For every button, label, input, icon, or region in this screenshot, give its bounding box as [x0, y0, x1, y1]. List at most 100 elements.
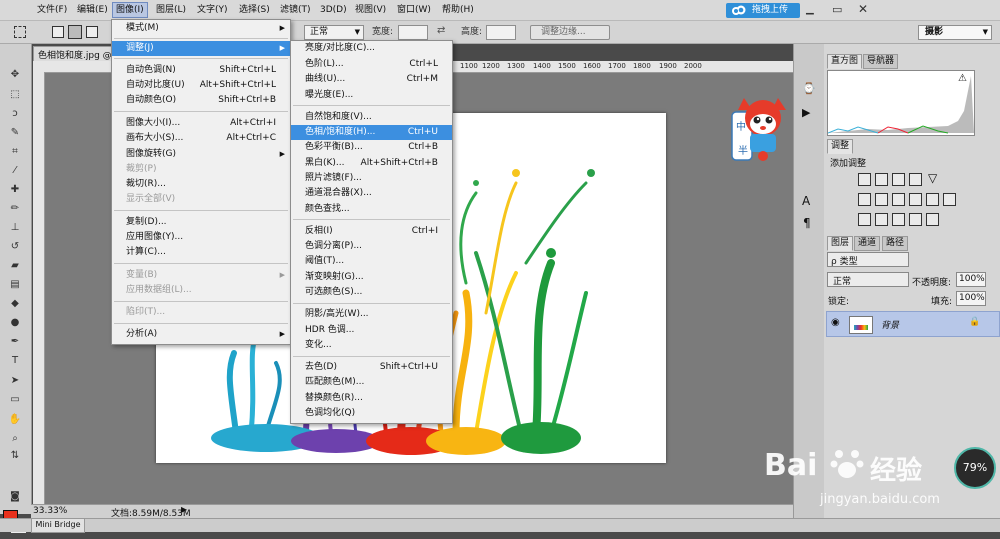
tab-navigator[interactable]: 导航器	[863, 54, 899, 69]
eyedropper-tool-icon[interactable]: ⁄	[6, 164, 24, 178]
threshold-icon[interactable]	[892, 213, 905, 226]
subtract-selection-icon[interactable]	[86, 26, 98, 38]
upload-button[interactable]: 拖拽上传	[726, 3, 800, 18]
layer-filter-select[interactable]: ρ 类型	[827, 252, 909, 267]
menu-item-apply-data-set[interactable]: 应用数据组(L)...	[112, 283, 290, 298]
menu-item-hue-saturation[interactable]: 色相/饱和度(H)... Ctrl+U	[291, 125, 452, 140]
menu-select[interactable]: 选择(S)	[236, 3, 273, 17]
tab-adjustments[interactable]: 调整	[827, 139, 854, 154]
menu-item-replace-color[interactable]: 替换颜色(R)...	[291, 391, 452, 406]
menu-item-canvas-size[interactable]: 画布大小(S)... Alt+Ctrl+C	[112, 131, 290, 146]
menu-item-selective-color[interactable]: 可选颜色(S)...	[291, 285, 452, 300]
menu-item-color-lookup[interactable]: 颜色查找...	[291, 202, 452, 217]
menu-item-photo-filter[interactable]: 照片滤镜(F)...	[291, 171, 452, 186]
menu-item-color-balance[interactable]: 色彩平衡(B)... Ctrl+B	[291, 140, 452, 155]
height-input[interactable]	[486, 25, 516, 40]
menu-item-hdr-toning[interactable]: HDR 色调...	[291, 323, 452, 338]
width-input[interactable]	[398, 25, 428, 40]
menu-item-calculations[interactable]: 计算(C)...	[112, 245, 290, 260]
menu-item-auto-tone[interactable]: 自动色调(N) Shift+Ctrl+L	[112, 63, 290, 78]
paragraph-panel-icon[interactable]: ¶	[803, 216, 811, 230]
menu-layer[interactable]: 图层(L)	[153, 3, 189, 17]
posterize-icon[interactable]	[875, 213, 888, 226]
visibility-eye-icon[interactable]: ◉	[831, 317, 840, 328]
refine-edge-button[interactable]: 调整边缘...	[530, 25, 610, 40]
menu-item-variations[interactable]: 变化...	[291, 338, 452, 353]
vibrance-icon[interactable]: ▽	[928, 171, 937, 185]
clone-stamp-tool-icon[interactable]: ⊥	[6, 221, 24, 235]
photo-filter-icon[interactable]	[909, 193, 922, 206]
channel-mixer-icon[interactable]	[926, 193, 939, 206]
menu-3d[interactable]: 3D(D)	[317, 3, 350, 17]
menu-item-crop[interactable]: 裁剪(P)	[112, 162, 290, 177]
progress-badge[interactable]: 79%	[954, 447, 996, 489]
menu-item-variables[interactable]: 变量(B) ▶	[112, 268, 290, 283]
selective-color-icon[interactable]	[926, 213, 939, 226]
exposure-icon[interactable]	[909, 173, 922, 186]
layer-name[interactable]: 背景	[881, 318, 899, 331]
quick-select-tool-icon[interactable]: ✎	[6, 126, 24, 140]
levels-icon[interactable]	[875, 173, 888, 186]
menu-item-auto-color[interactable]: 自动颜色(O) Shift+Ctrl+B	[112, 93, 290, 108]
menu-item-levels[interactable]: 色阶(L)... Ctrl+L	[291, 57, 452, 72]
healing-brush-tool-icon[interactable]: ✚	[6, 183, 24, 197]
brightness-icon[interactable]	[858, 173, 871, 186]
gradient-tool-icon[interactable]: ▤	[6, 278, 24, 292]
menu-item-shadows-highlights[interactable]: 阴影/高光(W)...	[291, 307, 452, 322]
character-panel-icon[interactable]: A	[802, 194, 810, 208]
add-selection-icon[interactable]	[68, 25, 82, 39]
quick-mask-icon[interactable]: ◙	[6, 490, 24, 504]
layer-row-background[interactable]: ◉ 背景 🔒	[826, 311, 1000, 337]
tab-paths[interactable]: 路径	[882, 236, 909, 251]
invert-icon[interactable]	[858, 213, 871, 226]
lasso-tool-icon[interactable]: ↄ	[6, 107, 24, 121]
black-white-icon[interactable]	[892, 193, 905, 206]
gradient-map-icon[interactable]	[909, 213, 922, 226]
style-select[interactable]: 正常 ▼	[304, 25, 364, 40]
zoom-level[interactable]: 33.33%	[33, 506, 67, 516]
actions-panel-icon[interactable]: ▶	[802, 106, 810, 119]
menu-item-curves[interactable]: 曲线(U)... Ctrl+M	[291, 72, 452, 87]
tab-layers[interactable]: 图层	[827, 236, 854, 251]
opacity-input[interactable]: 100%	[956, 272, 986, 287]
curves-icon[interactable]	[892, 173, 905, 186]
dodge-tool-icon[interactable]: ●	[6, 316, 24, 330]
blend-mode-select[interactable]: 正常	[827, 272, 909, 287]
menu-image[interactable]: 图像(I)	[112, 2, 148, 18]
zoom-tool-icon[interactable]: ⌕	[6, 432, 24, 446]
menu-item-posterize[interactable]: 色调分离(P)...	[291, 239, 452, 254]
menu-item-duplicate[interactable]: 复制(D)...	[112, 215, 290, 230]
path-select-tool-icon[interactable]: ➤	[6, 374, 24, 388]
tab-channels[interactable]: 通道	[854, 236, 881, 251]
menu-item-reveal-all[interactable]: 显示全部(V)	[112, 192, 290, 207]
swap-colors-icon[interactable]: ⇅	[6, 449, 24, 463]
close-icon[interactable]: ✕	[858, 2, 868, 16]
menu-window[interactable]: 窗口(W)	[394, 3, 434, 17]
menu-item-adjustments[interactable]: 调整(J) ▶	[112, 41, 290, 56]
move-tool-icon[interactable]: ✥	[6, 68, 24, 82]
new-selection-icon[interactable]	[52, 26, 64, 38]
menu-item-auto-contrast[interactable]: 自动对比度(U) Alt+Shift+Ctrl+L	[112, 78, 290, 93]
menu-item-black-white[interactable]: 黑白(K)... Alt+Shift+Ctrl+B	[291, 156, 452, 171]
minimize-icon[interactable]: ▁	[806, 4, 814, 15]
marquee-tool-icon[interactable]: ⬚	[6, 88, 24, 102]
type-tool-icon[interactable]: T	[6, 354, 24, 368]
menu-item-invert[interactable]: 反相(I) Ctrl+I	[291, 224, 452, 239]
menu-item-gradient-map[interactable]: 渐变映射(G)...	[291, 270, 452, 285]
menu-item-trap[interactable]: 陷印(T)...	[112, 305, 290, 320]
brush-tool-icon[interactable]: ✏	[6, 202, 24, 216]
menu-item-threshold[interactable]: 阈值(T)...	[291, 254, 452, 269]
menu-item-vibrance[interactable]: 自然饱和度(V)...	[291, 110, 452, 125]
mini-bridge-tab[interactable]: Mini Bridge	[31, 518, 85, 533]
marquee-icon[interactable]	[14, 26, 26, 38]
menu-item-image-size[interactable]: 图像大小(I)... Alt+Ctrl+I	[112, 116, 290, 131]
menu-filter[interactable]: 滤镜(T)	[277, 3, 314, 17]
menu-item-match-color[interactable]: 匹配颜色(M)...	[291, 375, 452, 390]
menu-type[interactable]: 文字(Y)	[194, 3, 231, 17]
blur-tool-icon[interactable]: ◆	[6, 297, 24, 311]
menu-item-apply-image[interactable]: 应用图像(Y)...	[112, 230, 290, 245]
menu-help[interactable]: 帮助(H)	[439, 3, 477, 17]
tab-histogram[interactable]: 直方图	[827, 54, 863, 69]
history-panel-icon[interactable]: ⌚	[802, 82, 816, 95]
history-brush-tool-icon[interactable]: ↺	[6, 240, 24, 254]
